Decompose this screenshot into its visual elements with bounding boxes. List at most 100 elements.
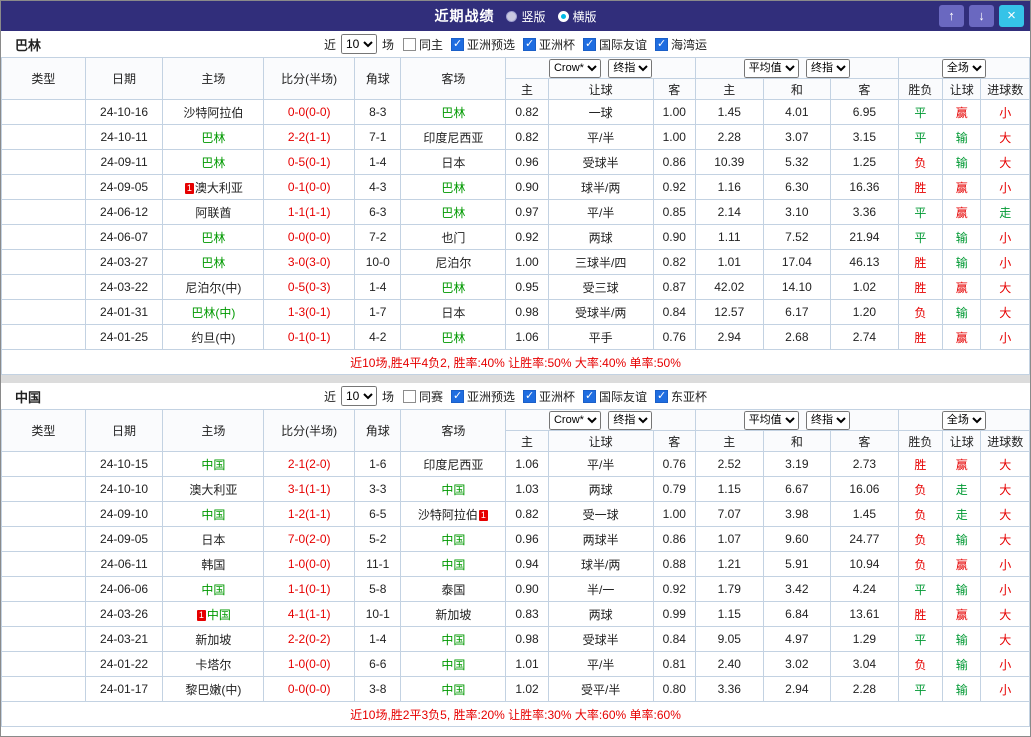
- competition-filter[interactable]: 国际友谊: [583, 36, 647, 53]
- euro-home-odds: 1.11: [694, 224, 764, 250]
- score: 2-1(2-0): [263, 451, 356, 477]
- competition-filter[interactable]: 国际友谊: [583, 388, 647, 405]
- euro-home-odds: 9.05: [694, 626, 764, 652]
- final-odds-select-2[interactable]: 终指: [806, 58, 851, 78]
- result-outcome-value: 负: [914, 482, 927, 497]
- final-odds-select[interactable]: 终指: [608, 410, 653, 430]
- handicap-home-odds: 1.06: [505, 451, 549, 477]
- handicap-home-odds: 0.95: [505, 274, 549, 300]
- horizontal-layout-radio[interactable]: 横版: [557, 8, 597, 25]
- euro-draw-odds: 9.60: [762, 526, 832, 552]
- col-handicap-line: 让球: [547, 78, 654, 100]
- checkbox-icon[interactable]: [583, 37, 597, 51]
- result-handicap-value: 走: [955, 482, 968, 497]
- scroll-down-button[interactable]: ↓: [969, 5, 994, 27]
- checkbox-icon[interactable]: [450, 37, 464, 51]
- handicap-line: 两球半: [547, 526, 654, 552]
- competition-filter[interactable]: 亚洲预选: [450, 388, 515, 405]
- match-row: 亚洲预选 24-09-11 巴林 0-5(0-1) 1-4 日本 0.96 受球…: [1, 149, 1030, 175]
- checkbox-icon[interactable]: [402, 389, 416, 403]
- checkbox-icon[interactable]: [655, 37, 669, 51]
- home-team: 新加坡: [162, 626, 265, 652]
- match-count-select[interactable]: 10: [340, 386, 377, 406]
- euro-draw-odds: 2.68: [762, 324, 832, 350]
- corners: 4-2: [354, 324, 402, 350]
- competition-filter-label: 东亚杯: [671, 389, 708, 404]
- scope-select[interactable]: 全场: [941, 410, 986, 430]
- final-odds-select[interactable]: 终指: [608, 58, 653, 78]
- handicap-line: 球半/两: [547, 174, 654, 200]
- col-euro-home: 主: [694, 78, 764, 100]
- result-goals: 大: [980, 299, 1030, 325]
- match-row: 亚洲预选 24-10-11 巴林 2-2(1-1) 7-1 印度尼西亚 0.82…: [1, 124, 1030, 150]
- match-date: 24-06-07: [84, 224, 164, 250]
- result-outcome: 胜: [897, 451, 944, 477]
- section-bar: 巴林 近 10 场 同主 亚洲预选 亚洲杯: [1, 31, 1030, 57]
- scope-select[interactable]: 全场: [941, 58, 986, 78]
- checkbox-icon[interactable]: [583, 389, 597, 403]
- competition-filter[interactable]: 亚洲杯: [523, 388, 575, 405]
- checkbox-icon[interactable]: [450, 389, 464, 403]
- result-handicap-value: 输: [955, 532, 968, 547]
- result-outcome-value: 平: [914, 582, 927, 597]
- average-select[interactable]: 平均值: [743, 410, 799, 430]
- result-goals-value: 大: [999, 632, 1012, 647]
- vertical-layout-radio[interactable]: 竖版: [506, 8, 546, 25]
- result-goals-value: 小: [999, 657, 1012, 672]
- away-team-name: 新加坡: [435, 607, 472, 622]
- match-row: 亚洲预选 24-10-10 澳大利亚 3-1(1-1) 3-3 中国 1.03 …: [1, 476, 1030, 502]
- euro-away-odds: 2.28: [830, 676, 899, 702]
- checkbox-icon[interactable]: [523, 389, 536, 403]
- result-handicap: 赢: [942, 601, 982, 627]
- euro-home-odds: 12.57: [694, 299, 764, 325]
- radio-selected-icon[interactable]: [557, 10, 569, 22]
- close-button[interactable]: ×: [999, 5, 1024, 27]
- home-team: 巴林: [162, 149, 265, 175]
- handicap-line: 三球半/四: [547, 249, 654, 275]
- match-date: 24-10-15: [84, 451, 164, 477]
- bookmaker-select[interactable]: Crow*: [548, 58, 601, 78]
- competition-filter[interactable]: 同主: [402, 36, 443, 53]
- handicap-home-odds: 0.96: [505, 526, 549, 552]
- checkbox-icon[interactable]: [402, 37, 416, 51]
- competition-type-badge: 亚洲预选: [1, 149, 86, 175]
- radio-icon[interactable]: [506, 10, 518, 22]
- col-type: 类型: [1, 409, 86, 452]
- average-select[interactable]: 平均值: [743, 58, 799, 78]
- match-row: 亚洲预选 24-06-06 中国 1-1(0-1) 5-8 泰国 0.90 半/…: [1, 576, 1030, 602]
- scope-select-cell: 全场: [897, 57, 1031, 79]
- bookmaker-select[interactable]: Crow*: [548, 410, 601, 430]
- score: 0-1(0-1): [263, 324, 356, 350]
- checkbox-icon[interactable]: [523, 37, 536, 51]
- euro-home-odds: 1.07: [694, 526, 764, 552]
- home-team: 尼泊尔(中): [162, 274, 265, 300]
- euro-away-odds: 1.29: [830, 626, 899, 652]
- handicap-home-odds: 0.98: [505, 626, 549, 652]
- result-handicap: 输: [942, 124, 982, 150]
- corners: 1-4: [354, 274, 402, 300]
- handicap-line: 受球半/两: [547, 299, 654, 325]
- corners: 10-0: [354, 249, 402, 275]
- competition-filter[interactable]: 亚洲预选: [450, 36, 515, 53]
- result-outcome-value: 负: [914, 507, 927, 522]
- handicap-line: 平/半: [547, 651, 654, 677]
- competition-filter[interactable]: 东亚杯: [655, 388, 707, 405]
- competition-type-badge: 亚洲预选: [1, 601, 86, 627]
- handicap-away-odds: 0.76: [652, 324, 696, 350]
- final-odds-select-2[interactable]: 终指: [806, 410, 851, 430]
- result-handicap: 输: [942, 526, 982, 552]
- scroll-up-button[interactable]: ↑: [939, 5, 964, 27]
- competition-filter[interactable]: 海湾运: [655, 36, 707, 53]
- euro-home-odds: 1.79: [694, 576, 764, 602]
- euro-draw-odds: 14.10: [762, 274, 832, 300]
- match-date: 24-10-16: [84, 99, 164, 125]
- score: 0-0(0-0): [263, 224, 356, 250]
- result-goals: 小: [980, 249, 1030, 275]
- competition-filter[interactable]: 亚洲杯: [523, 36, 575, 53]
- match-date: 24-01-25: [84, 324, 164, 350]
- competition-filter[interactable]: 同赛: [402, 388, 443, 405]
- away-team: 中国: [400, 651, 507, 677]
- checkbox-icon[interactable]: [655, 389, 669, 403]
- match-date: 24-10-11: [84, 124, 164, 150]
- match-count-select[interactable]: 10: [340, 34, 377, 54]
